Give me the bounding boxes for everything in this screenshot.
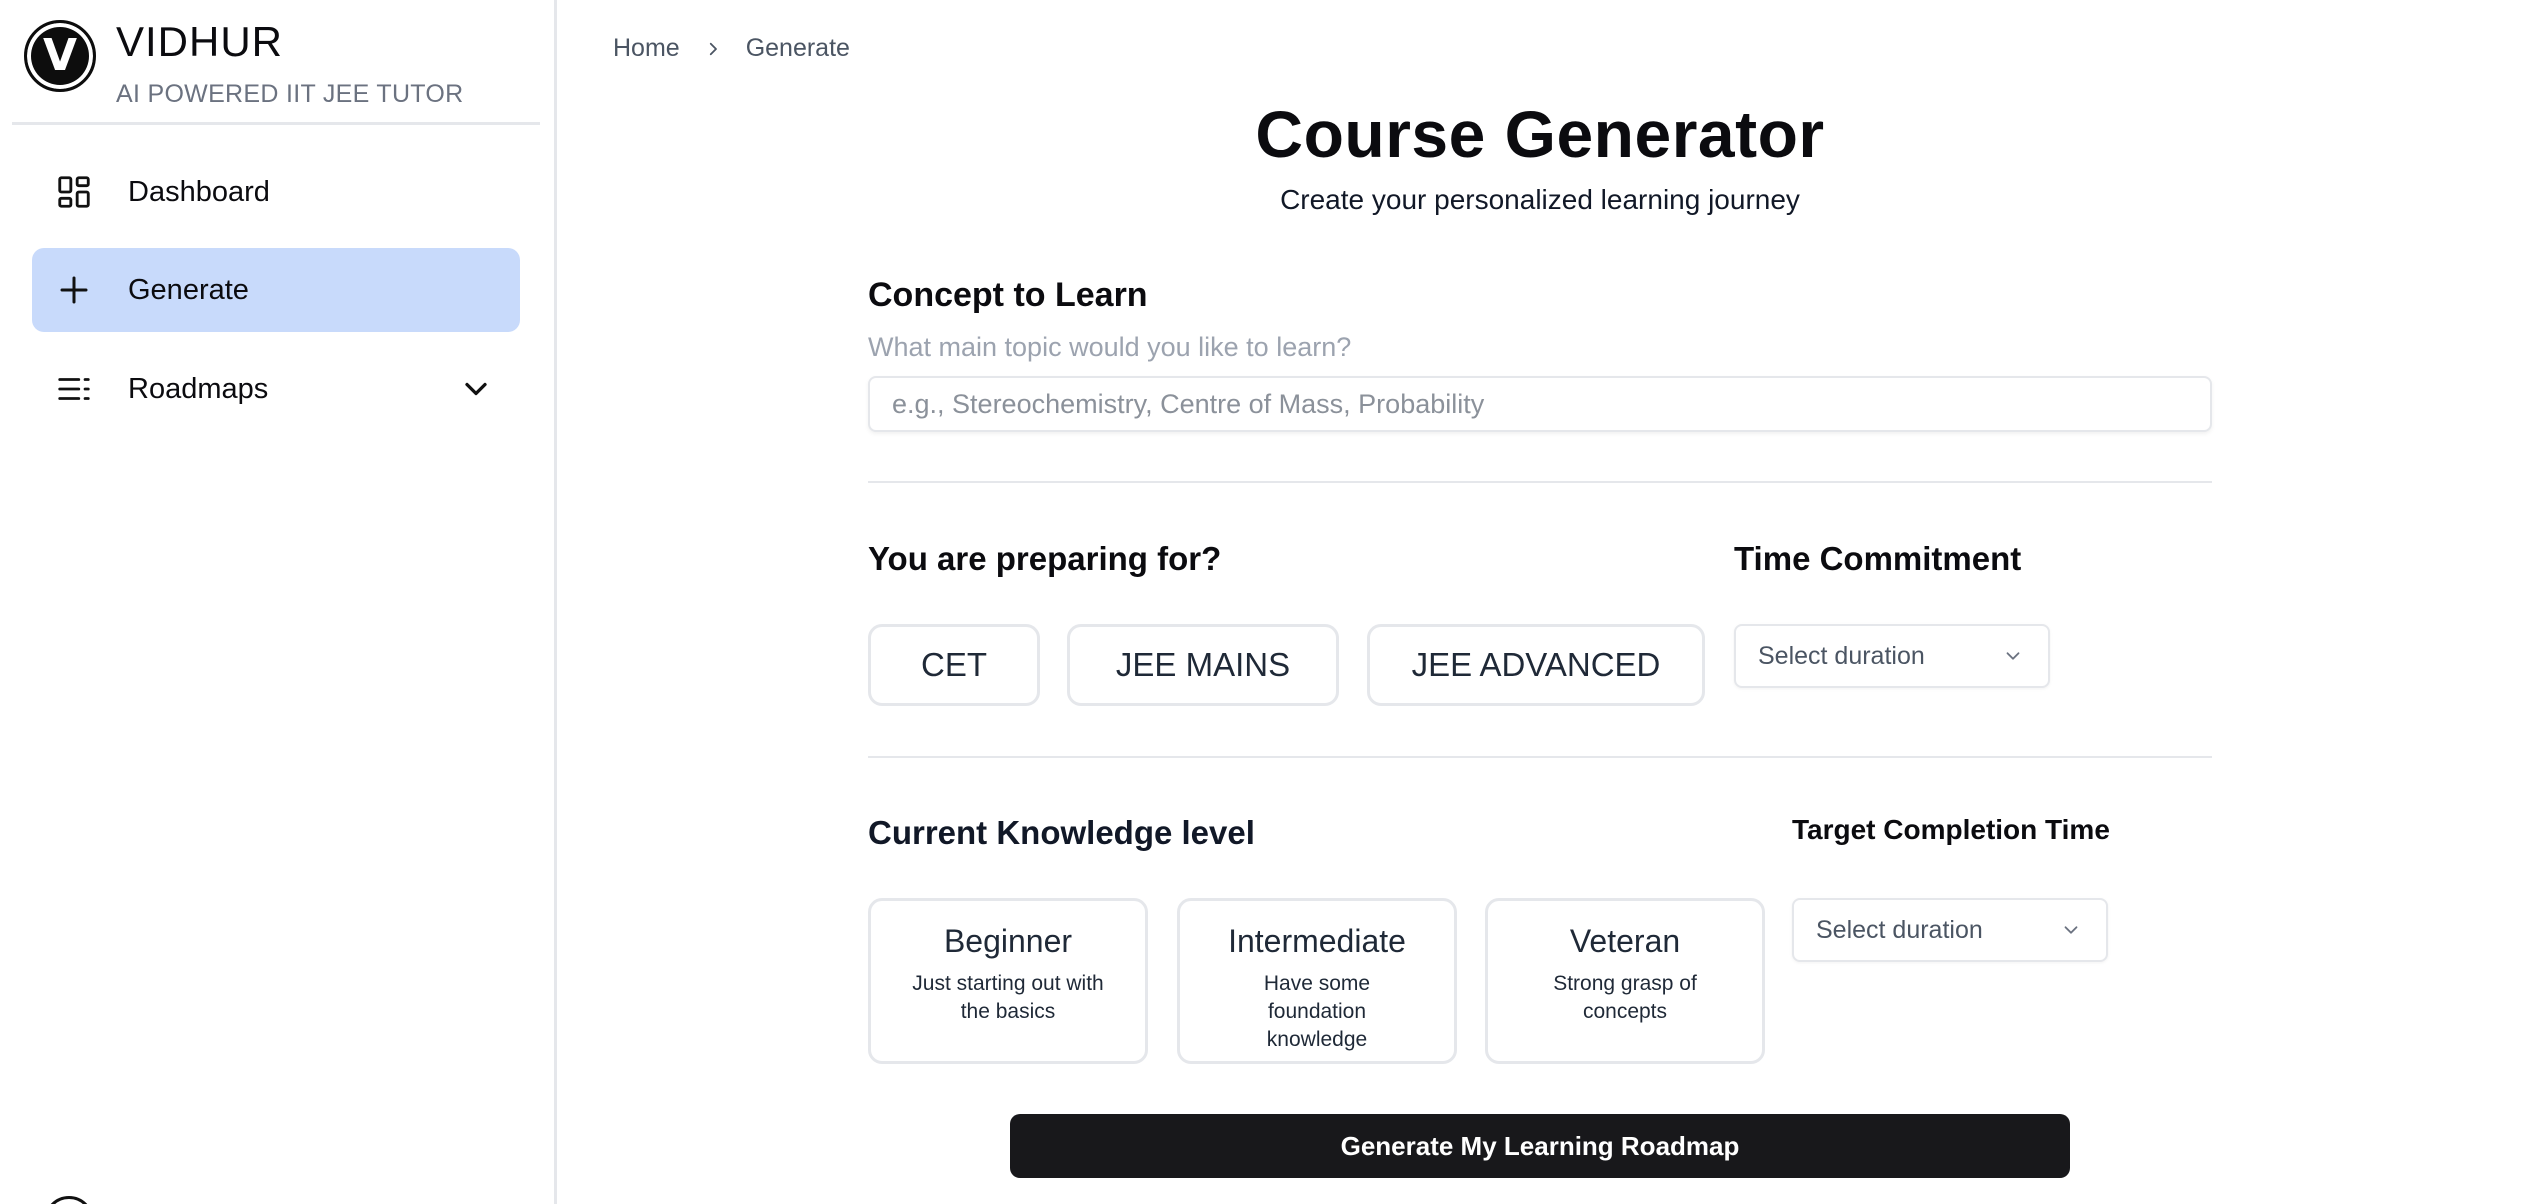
concept-heading: Concept to Learn <box>868 276 1148 314</box>
sidebar-item-generate[interactable]: Generate <box>32 248 520 332</box>
sidebar-item-dashboard[interactable]: Dashboard <box>32 150 520 234</box>
brand[interactable]: V VIDHUR AI POWERED IIT JEE TUTOR <box>24 20 464 109</box>
level-card-veteran[interactable]: Veteran Strong grasp of concepts <box>1485 898 1765 1064</box>
target-completion-heading: Target Completion Time <box>1792 814 2110 845</box>
level-description: Just starting out with the basics <box>912 972 1104 1023</box>
page-subtitle: Create your personalized learning journe… <box>1280 184 1800 215</box>
preparing-heading: You are preparing for? <box>868 540 1222 577</box>
list-icon <box>54 369 94 409</box>
sidebar-item-label: Generate <box>128 273 249 306</box>
time-commitment-heading: Time Commitment <box>1734 540 2022 577</box>
user-avatar[interactable] <box>44 1196 94 1204</box>
breadcrumb-current: Generate <box>745 34 850 62</box>
target-completion-select[interactable]: Select duration <box>1792 898 2108 962</box>
level-title: Intermediate <box>1228 923 1406 959</box>
sidebar: V VIDHUR AI POWERED IIT JEE TUTOR Dashbo… <box>0 0 557 1204</box>
vidhur-logo-icon: V <box>24 20 96 92</box>
breadcrumb: Home Generate <box>613 34 850 63</box>
level-title: Beginner <box>943 923 1073 959</box>
level-card-beginner[interactable]: Beginner Just starting out with the basi… <box>868 898 1148 1064</box>
brand-divider <box>12 122 540 125</box>
section-divider <box>868 481 2212 483</box>
plus-icon <box>54 270 94 310</box>
level-description: Strong grasp of concepts <box>1553 972 1697 1023</box>
concept-hint: What main topic would you like to learn? <box>868 332 1352 362</box>
brand-subtitle: AI POWERED IIT JEE TUTOR <box>116 80 464 108</box>
generate-roadmap-button[interactable]: Generate My Learning Roadmap <box>1010 1114 2070 1178</box>
sidebar-item-label: Dashboard <box>128 175 270 208</box>
sidebar-item-roadmaps[interactable]: Roadmaps <box>32 347 520 431</box>
logo-letter: V <box>42 30 78 81</box>
target-completion-value: Select duration <box>1816 915 1983 944</box>
brand-text: VIDHUR AI POWERED IIT JEE TUTOR <box>116 20 464 109</box>
concept-input[interactable] <box>868 376 2212 432</box>
level-title: Veteran <box>1569 923 1681 959</box>
exam-option-jee-advanced[interactable]: JEE ADVANCED <box>1367 624 1705 706</box>
knowledge-heading: Current Knowledge level <box>868 814 1255 851</box>
chevron-right-icon <box>704 40 722 58</box>
time-commitment-value: Select duration <box>1758 641 1925 670</box>
exam-option-jee-mains[interactable]: JEE MAINS <box>1067 624 1339 706</box>
chevron-down-icon[interactable] <box>458 371 494 407</box>
brand-name: VIDHUR <box>116 18 284 65</box>
level-description: Have some foundation knowledge <box>1263 972 1371 1051</box>
chevron-down-icon <box>2060 918 2084 942</box>
app-root: V VIDHUR AI POWERED IIT JEE TUTOR Dashbo… <box>0 0 2530 1204</box>
chevron-down-icon <box>2002 644 2026 668</box>
dashboard-grid-icon <box>54 172 94 212</box>
section-divider <box>868 756 2212 758</box>
page-title: Course Generator <box>1255 97 1825 171</box>
level-card-intermediate[interactable]: Intermediate Have some foundation knowle… <box>1177 898 1457 1064</box>
sidebar-item-label: Roadmaps <box>128 372 269 405</box>
time-commitment-select[interactable]: Select duration <box>1734 624 2050 688</box>
exam-option-cet[interactable]: CET <box>868 624 1040 706</box>
breadcrumb-home-link[interactable]: Home <box>613 34 680 63</box>
